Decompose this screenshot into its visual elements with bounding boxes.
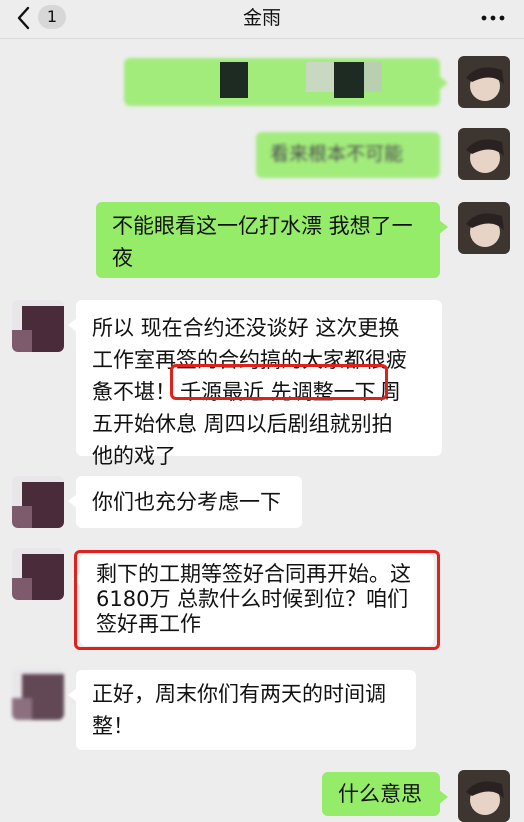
contact-avatar[interactable] [12,476,64,528]
chat-message-bubble[interactable]: 看来根本不可能 [256,132,440,178]
contact-avatar[interactable] [12,668,64,720]
censor-mosaic [220,62,248,98]
more-options-icon[interactable] [480,10,506,26]
chat-message-bubble[interactable]: 正好，周末你们有两天的时间调 整！ [68,670,416,750]
my-avatar[interactable] [458,128,510,180]
contact-avatar[interactable] [12,300,64,352]
message-line: 正好，周末你们有两天的时间调 [92,682,386,706]
chat-title: 金雨 [242,7,281,29]
my-avatar[interactable] [458,56,510,108]
message-text: 惫不堪！ [92,380,176,404]
censor-mosaic [306,62,334,92]
message-line: 他的戏了 [92,444,176,468]
chat-message-bubble[interactable] [124,58,448,106]
message-line: 整！ [92,714,134,738]
censor-mosaic [364,62,382,92]
chat-header: 1 金雨 [0,0,524,39]
chat-message-bubble[interactable]: 不能眼看这一亿打水漂 我想了一 夜 [96,202,448,278]
my-avatar[interactable] [458,770,510,822]
chat-message-bubble[interactable]: 你们也充分考虑一下 [68,476,302,528]
red-highlight-box [170,364,388,400]
message-line: 夜 [112,246,133,270]
red-highlight-box [74,550,440,650]
chat-message-bubble[interactable]: 什么意思 [322,772,448,816]
message-line: 五开始休息 周四以后剧组就别拍 [92,412,393,436]
message-line: 所以 现在合约还没谈好 这次更换 [92,316,400,340]
my-avatar[interactable] [458,202,510,254]
message-line: 不能眼看这一亿打水漂 我想了一 [112,214,413,238]
censor-mosaic [334,62,364,98]
contact-avatar[interactable] [12,548,64,600]
